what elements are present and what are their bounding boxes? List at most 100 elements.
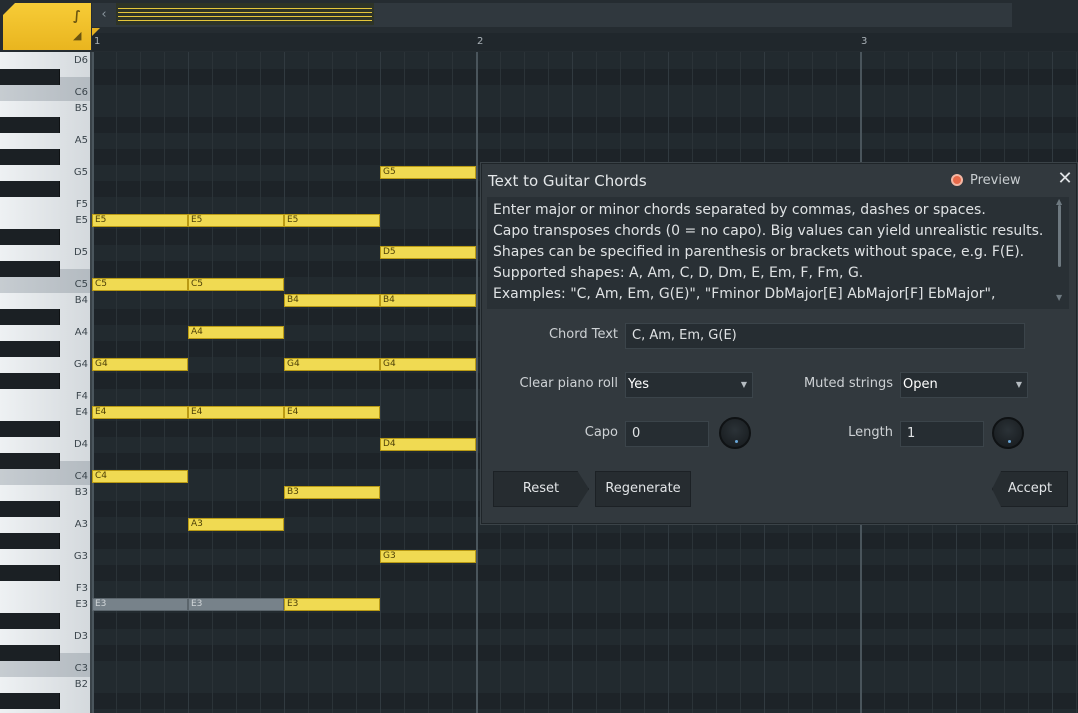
black-key[interactable] (0, 373, 60, 389)
black-key[interactable] (0, 341, 60, 357)
ramp-tool-icon[interactable]: ◢ (73, 29, 81, 42)
text-to-guitar-chords-dialog: Text to Guitar Chords Preview ✕ Enter ma… (481, 163, 1077, 524)
muted-strings-value: Open (903, 377, 938, 392)
black-key[interactable] (0, 421, 60, 437)
note-block[interactable]: B4 (284, 294, 380, 307)
note-block[interactable]: C5 (92, 278, 188, 291)
grid-line (140, 52, 141, 713)
note-block[interactable]: G4 (380, 358, 476, 371)
grid-row-shade (92, 693, 1078, 709)
key-label: F4 (75, 391, 88, 402)
key-label: B5 (74, 103, 88, 114)
black-key[interactable] (0, 453, 60, 469)
note-block[interactable]: G4 (92, 358, 188, 371)
note-block[interactable]: G4 (284, 358, 380, 371)
regenerate-button[interactable]: Regenerate (595, 471, 691, 507)
note-block[interactable]: G3 (380, 550, 476, 563)
key-label: C6 (74, 87, 88, 98)
note-block[interactable]: E5 (92, 214, 188, 227)
key-label: F3 (75, 583, 88, 594)
key-label: G4 (73, 359, 88, 370)
note-block[interactable]: E3 (92, 598, 188, 611)
grid-line (332, 52, 333, 713)
black-key[interactable] (0, 309, 60, 325)
capo-input[interactable]: 0 (625, 421, 709, 447)
grid-line (212, 52, 213, 713)
reset-button[interactable]: Reset (493, 471, 589, 507)
length-knob[interactable] (992, 417, 1024, 449)
bar-number: 2 (477, 36, 484, 47)
note-block[interactable]: B4 (380, 294, 476, 307)
timeline-ruler[interactable]: 1 2 3 (92, 33, 1078, 51)
black-key[interactable] (0, 693, 60, 709)
key-label: B4 (74, 295, 88, 306)
preview-toggle[interactable]: Preview (951, 173, 1061, 191)
black-key[interactable] (0, 261, 60, 277)
black-key[interactable] (0, 181, 60, 197)
grid-line (260, 52, 261, 713)
black-key[interactable] (0, 149, 60, 165)
chevron-down-icon: ▼ (1015, 380, 1022, 389)
black-key[interactable] (0, 645, 60, 661)
tool-tab[interactable]: ∫ ◢ (3, 3, 91, 50)
clear-piano-roll-label: Clear piano roll (519, 376, 618, 391)
description-text-area[interactable]: Enter major or minor chords separated by… (487, 197, 1069, 309)
note-block[interactable]: E4 (188, 406, 284, 419)
note-block[interactable]: E4 (284, 406, 380, 419)
grid-line (284, 52, 285, 713)
key-label: C3 (74, 663, 88, 674)
grid-line (116, 52, 117, 713)
grid-line (308, 52, 309, 713)
note-block[interactable]: A4 (188, 326, 284, 339)
key-label: B2 (74, 679, 88, 690)
key-label: A5 (74, 135, 88, 146)
black-key[interactable] (0, 501, 60, 517)
black-key[interactable] (0, 69, 60, 85)
note-block[interactable]: B3 (284, 486, 380, 499)
description-scrollbar[interactable] (1058, 205, 1061, 267)
muted-strings-select[interactable]: Open ▼ (900, 372, 1028, 398)
piano-keyboard[interactable]: D6 C6 B5 A5 G5 F5 E5 D5 C5 B4 A4 G4 F4 E4 D4 C4 B3 A3 G3 F3… (0, 52, 92, 713)
black-key[interactable] (0, 565, 60, 581)
key-label: E3 (75, 599, 88, 610)
note-block[interactable]: G5 (380, 166, 476, 179)
note-block[interactable]: E4 (92, 406, 188, 419)
black-key[interactable] (0, 533, 60, 549)
accept-button[interactable]: Accept (992, 471, 1068, 507)
length-input[interactable]: 1 (900, 421, 984, 447)
key-label: D5 (73, 247, 88, 258)
note-block[interactable]: E3 (188, 598, 284, 611)
grid-line (452, 52, 453, 713)
note-block[interactable]: A3 (188, 518, 284, 531)
length-label: Length (848, 425, 893, 440)
black-key[interactable] (0, 229, 60, 245)
curve-tool-icon[interactable]: ∫ (73, 9, 81, 24)
scroll-down-icon[interactable]: ▼ (1056, 293, 1062, 302)
black-key[interactable] (0, 613, 60, 629)
description-line: Enter major or minor chords separated by… (493, 202, 986, 218)
grid-line (428, 52, 429, 713)
note-block[interactable]: D5 (380, 246, 476, 259)
key-label: G3 (73, 551, 88, 562)
clear-piano-roll-select[interactable]: Yes ▼ (625, 372, 753, 398)
note-block[interactable]: E5 (284, 214, 380, 227)
scroll-left-icon[interactable]: ‹ (96, 5, 112, 25)
note-block[interactable]: C4 (92, 470, 188, 483)
pattern-overview[interactable] (116, 3, 374, 25)
note-block[interactable]: D4 (380, 438, 476, 451)
playhead-marker[interactable] (92, 28, 100, 36)
black-key[interactable] (0, 117, 60, 133)
grid-line (404, 52, 405, 713)
bar-number: 1 (94, 36, 101, 47)
description-line: Capo transposes chords (0 = no capo). Bi… (493, 223, 1044, 239)
note-block[interactable]: C5 (188, 278, 284, 291)
grid-row-shade (92, 645, 1078, 661)
note-block[interactable]: E5 (188, 214, 284, 227)
chord-text-input[interactable]: C, Am, Em, G(E) (625, 323, 1025, 349)
preview-label[interactable]: Preview (970, 173, 1021, 188)
key-label: A4 (74, 327, 88, 338)
preview-led-icon[interactable] (951, 174, 963, 186)
note-block[interactable]: E3 (284, 598, 380, 611)
capo-knob[interactable] (719, 417, 751, 449)
close-icon[interactable]: ✕ (1057, 170, 1073, 188)
